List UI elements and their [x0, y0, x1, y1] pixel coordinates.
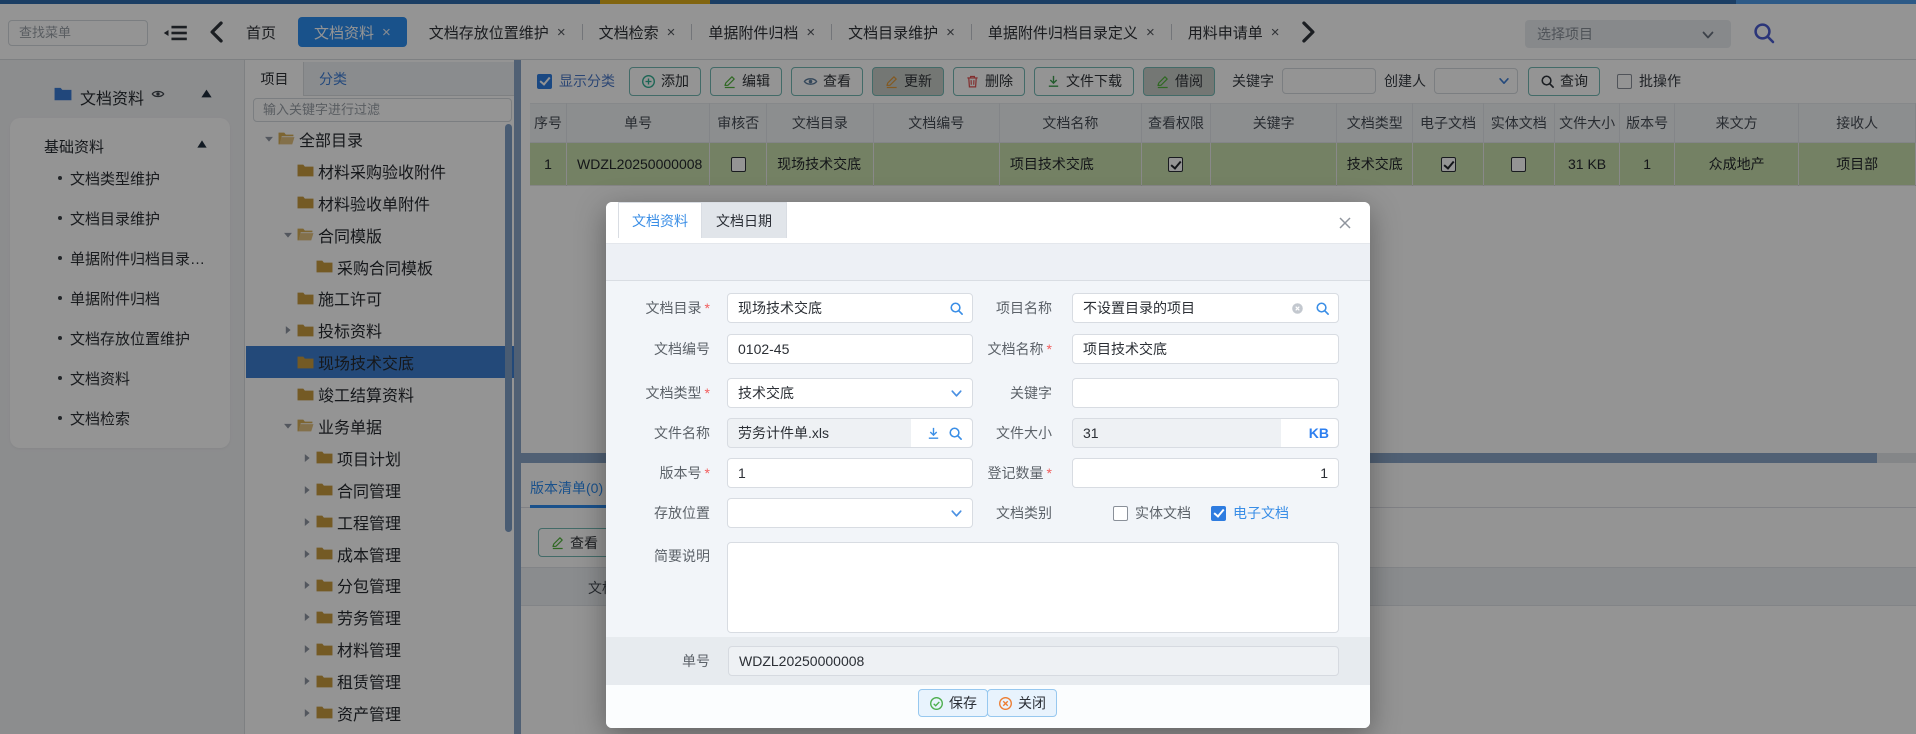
keyword-label: 关键字 — [946, 378, 1052, 408]
dialog-tab-docinfo[interactable]: 文档资料 — [618, 202, 702, 238]
file-size-unit: KB — [1309, 419, 1329, 447]
quantity-input[interactable]: 1 — [1072, 458, 1339, 488]
doc-name-input[interactable]: 项目技术交底 — [1072, 334, 1339, 364]
dialog-tab-docdate[interactable]: 文档日期 — [702, 202, 787, 238]
electronic-doc-checkbox[interactable] — [1211, 506, 1226, 521]
electronic-doc-label: 电子文档 — [1233, 503, 1289, 523]
doc-type-input[interactable]: 技术交底 — [727, 378, 973, 408]
doc-code-label: 文档编号 — [606, 334, 710, 364]
save-button[interactable]: 保存 — [918, 689, 988, 717]
summary-textarea[interactable] — [727, 542, 1339, 633]
keyword-input[interactable] — [1072, 378, 1339, 408]
doc-code-input[interactable]: 0102-45 — [727, 334, 973, 364]
location-label: 存放位置 — [606, 498, 710, 528]
version-label: 版本号* — [606, 458, 710, 488]
dialog-tabs — [606, 244, 1370, 281]
project-name-input[interactable]: 不设置目录的项目 — [1072, 293, 1339, 323]
file-size-label: 文件大小 — [946, 418, 1052, 448]
download-icon[interactable] — [926, 426, 941, 441]
bill-no-input: WDZL20250000008 — [728, 646, 1339, 676]
file-size-input[interactable]: 31KB — [1072, 418, 1339, 448]
category-label: 文档类别 — [946, 498, 1052, 528]
doc-dir-label: 文档目录* — [606, 293, 710, 323]
location-input[interactable] — [727, 498, 973, 528]
file-name-label: 文件名称 — [606, 418, 710, 448]
doc-dir-input[interactable]: 现场技术交底 — [727, 293, 973, 323]
circle-check-icon — [929, 696, 944, 711]
summary-label: 简要说明 — [606, 546, 710, 566]
dialog-footer: 保存 关闭 — [606, 685, 1370, 728]
file-name-input[interactable]: 劳务计件单.xls — [727, 418, 973, 448]
doc-name-label: 文档名称* — [946, 334, 1052, 364]
project-name-label: 项目名称 — [946, 293, 1052, 323]
edit-dialog: 文档资料-编辑 文档资料 文档日期 文档目录*现场技术交底项目名称不设置目录的项… — [606, 202, 1370, 728]
physical-doc-label: 实体文档 — [1135, 503, 1191, 523]
version-input[interactable]: 1 — [727, 458, 973, 488]
clear-icon[interactable] — [1291, 302, 1304, 315]
bill-no-label: 单号 — [606, 646, 710, 676]
physical-doc-checkbox[interactable] — [1113, 506, 1128, 521]
search-icon[interactable] — [1315, 301, 1330, 316]
doc-type-label: 文档类型* — [606, 378, 710, 408]
close-button[interactable]: 关闭 — [987, 689, 1057, 717]
close-icon[interactable] — [1337, 215, 1353, 231]
quantity-label: 登记数量* — [946, 458, 1052, 488]
circle-close-icon — [998, 696, 1013, 711]
